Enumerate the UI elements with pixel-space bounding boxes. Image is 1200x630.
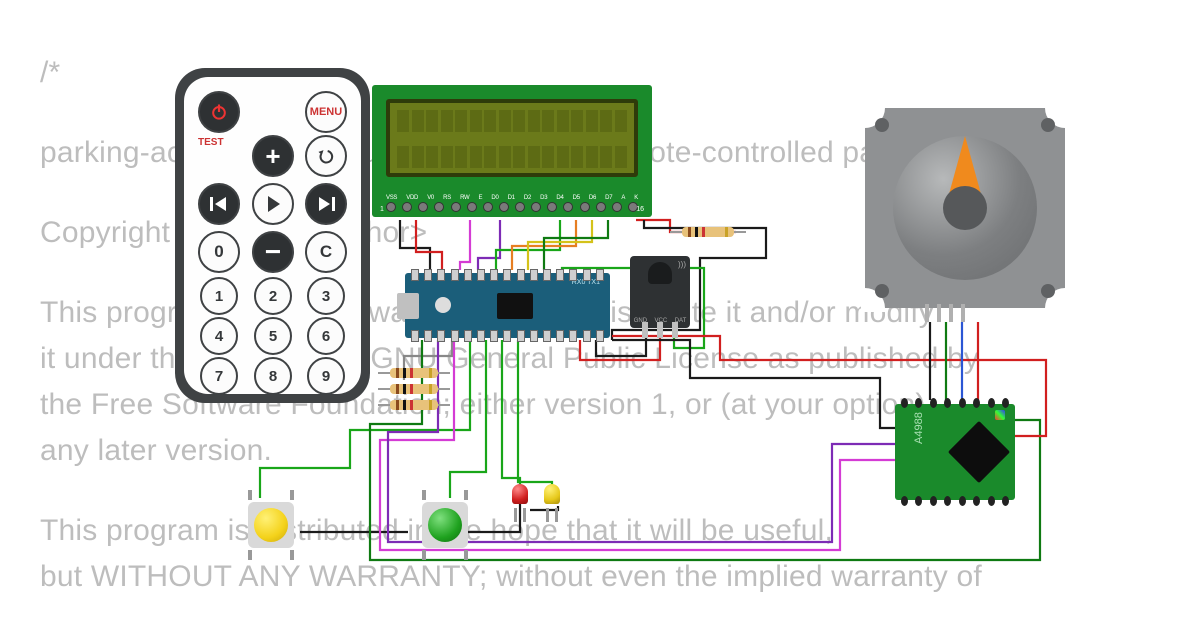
- mcu-chip-icon: [497, 293, 533, 319]
- ir-sensor-icon: [648, 262, 672, 284]
- yellow-led: [542, 484, 562, 512]
- reset-button[interactable]: [435, 297, 451, 313]
- lcd-pin-1: 1: [380, 206, 384, 213]
- driver-top-pins: [901, 398, 1009, 408]
- resistor-1: [378, 368, 450, 378]
- license-line: the Free Software Foundation; either ver…: [40, 388, 926, 421]
- mcu-bottom-pins: [411, 330, 604, 342]
- driver-bottom-pins: [901, 496, 1009, 506]
- red-led: [510, 484, 530, 512]
- digit-2-button[interactable]: 2: [254, 277, 292, 315]
- digit-6-button[interactable]: 6: [307, 317, 345, 355]
- back-icon: [316, 146, 336, 166]
- license-line: /*: [40, 56, 60, 89]
- power-button[interactable]: [198, 91, 240, 133]
- license-line: but WITHOUT ANY WARRANTY; without even t…: [40, 560, 982, 593]
- digit-5-button[interactable]: 5: [254, 317, 292, 355]
- plus-button[interactable]: +: [252, 135, 294, 177]
- ir-waves-icon: ))): [678, 260, 686, 269]
- digit-3-button[interactable]: 3: [307, 277, 345, 315]
- lcd-row-2: [390, 139, 634, 175]
- digit-8-button[interactable]: 8: [254, 357, 292, 395]
- lcd-row-1: [390, 103, 634, 139]
- license-line: any later version.: [40, 434, 272, 467]
- menu-button[interactable]: MENU: [305, 91, 347, 133]
- minus-button[interactable]: −: [252, 231, 294, 273]
- green-push-button[interactable]: [418, 498, 472, 552]
- yellow-push-button[interactable]: [244, 498, 298, 552]
- ir-pins: [638, 322, 682, 338]
- resistor-2: [378, 384, 450, 394]
- prev-button[interactable]: [198, 183, 240, 225]
- digit-7-button[interactable]: 7: [200, 357, 238, 395]
- ir-remote: MENU TEST + 0 − C 1 2 3 4: [175, 68, 370, 403]
- resistor-lcd-backlight: [670, 227, 746, 237]
- digit-9-button[interactable]: 9: [307, 357, 345, 395]
- remote-face: MENU TEST + 0 − C 1 2 3 4: [184, 77, 361, 394]
- driver-name-label: A4988: [913, 412, 925, 444]
- play-button[interactable]: [252, 183, 294, 225]
- test-label: TEST: [198, 137, 224, 148]
- prev-icon: [210, 197, 228, 211]
- lcd-pin-16: 16: [636, 206, 644, 213]
- lcd-pin-pads: [386, 202, 638, 212]
- arduino-nano-board: RX0 TX1: [405, 273, 610, 338]
- stepper-motor: [865, 108, 1065, 308]
- resistor-3: [378, 400, 450, 410]
- a4988-driver: A4988: [895, 404, 1015, 500]
- driver-chip-icon: [948, 421, 1010, 483]
- stepper-leads: [925, 304, 965, 322]
- lcd-screen: [386, 99, 638, 177]
- back-button[interactable]: [305, 135, 347, 177]
- mcu-top-pins: [411, 269, 604, 281]
- digit-4-button[interactable]: 4: [200, 317, 238, 355]
- ir-receiver-module: ))) GND VCC DAT: [630, 256, 690, 328]
- digit-0-button[interactable]: 0: [198, 231, 240, 273]
- lcd-pin-labels: VSSVDDV0RSRWED0D1D2D3D4D5D6D7AK: [386, 195, 638, 201]
- usb-port-icon: [397, 293, 419, 319]
- play-icon: [266, 196, 280, 212]
- c-button[interactable]: C: [305, 231, 347, 273]
- next-button[interactable]: [305, 183, 347, 225]
- next-icon: [317, 197, 335, 211]
- digit-1-button[interactable]: 1: [200, 277, 238, 315]
- circuit-diagram-canvas: /* parking-access - An Arduino project f…: [0, 0, 1200, 630]
- power-icon: [209, 102, 229, 122]
- driver-trimpot[interactable]: [995, 410, 1005, 420]
- lcd-16x2: VSSVDDV0RSRWED0D1D2D3D4D5D6D7AK 1 16: [372, 85, 652, 217]
